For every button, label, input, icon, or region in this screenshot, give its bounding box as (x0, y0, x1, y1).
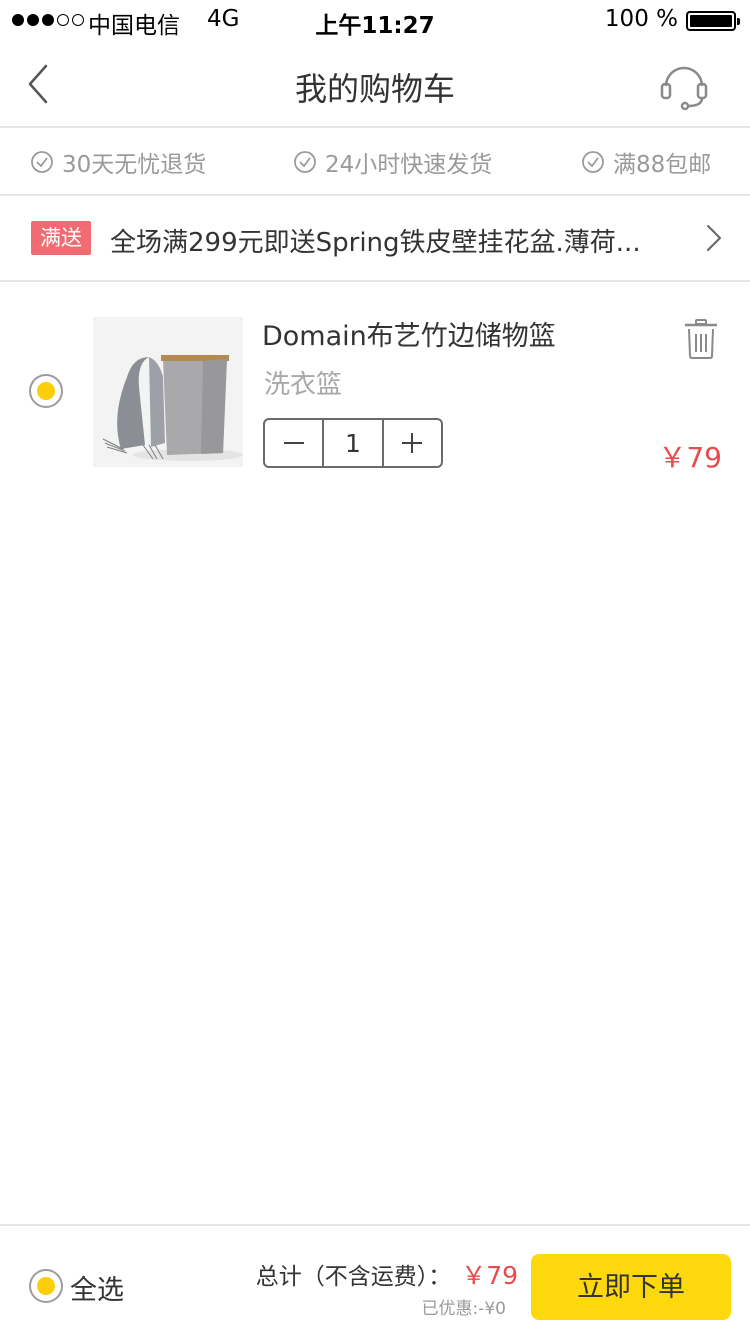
increase-quantity-button[interactable] (381, 420, 441, 466)
guarantee-item: 满88包邮 (581, 147, 712, 178)
guarantee-bar: 30天无忧退货 24小时快速发货 满88包邮 (0, 128, 750, 196)
promo-tag: 满送 (31, 221, 91, 255)
battery-icon (686, 11, 740, 31)
page-title: 我的购物车 (294, 70, 455, 108)
select-all-label[interactable]: 全选 (70, 1268, 124, 1307)
storage-basket-photo (93, 317, 243, 467)
total-price: ￥79 (461, 1261, 518, 1290)
guarantee-label: 满88包邮 (613, 152, 712, 178)
guarantee-label: 30天无忧退货 (62, 152, 207, 178)
select-all-radio[interactable] (29, 1269, 63, 1303)
product-image[interactable] (93, 317, 243, 467)
product-price: ￥79 (658, 441, 722, 474)
guarantee-label: 24小时快速发货 (325, 152, 493, 178)
discount-text: 已优惠:-¥0 (421, 1299, 507, 1319)
checkout-bar: 全选 总计（不含运费）： ￥79 已优惠:-¥0 立即下单 (0, 1224, 750, 1334)
product-spec: 洗衣篮 (264, 370, 343, 400)
check-circle-icon (294, 151, 316, 173)
battery-percent: 100 % (604, 6, 678, 32)
guarantee-item: 30天无忧退货 (30, 147, 207, 178)
status-bar: 中国电信 4G 上午11:27 100 % (0, 0, 750, 40)
check-circle-icon (31, 151, 53, 173)
decrease-quantity-button[interactable] (265, 420, 322, 466)
promo-text: 全场满299元即送Spring铁皮壁挂花盆.薄荷... (110, 228, 641, 258)
plus-icon (402, 433, 423, 453)
customer-service-button[interactable] (658, 58, 710, 112)
item-select-radio[interactable] (29, 374, 63, 408)
quantity-field[interactable]: 1 (322, 420, 381, 466)
headset-icon (660, 66, 708, 111)
minus-icon (283, 442, 304, 444)
place-order-button[interactable]: 立即下单 (531, 1254, 731, 1320)
trash-icon (685, 319, 717, 359)
nav-bar: 我的购物车 (0, 40, 750, 128)
quantity-value: 1 (345, 428, 361, 458)
total-summary: 总计（不含运费）： ￥79 (256, 1256, 518, 1292)
check-circle-icon (582, 151, 604, 173)
delete-item-button[interactable] (682, 318, 720, 360)
quantity-stepper: 1 (263, 418, 443, 468)
promo-banner[interactable]: 满送 全场满299元即送Spring铁皮壁挂花盆.薄荷... (0, 196, 750, 282)
product-name[interactable]: Domain布艺竹边储物篮 (262, 314, 556, 353)
guarantee-item: 24小时快速发货 (293, 147, 493, 178)
total-label: 总计（不含运费）： (255, 1264, 452, 1290)
chevron-right-icon (707, 225, 721, 251)
cart-item: Domain布艺竹边储物篮 洗衣篮 1 ￥79 (0, 284, 750, 484)
